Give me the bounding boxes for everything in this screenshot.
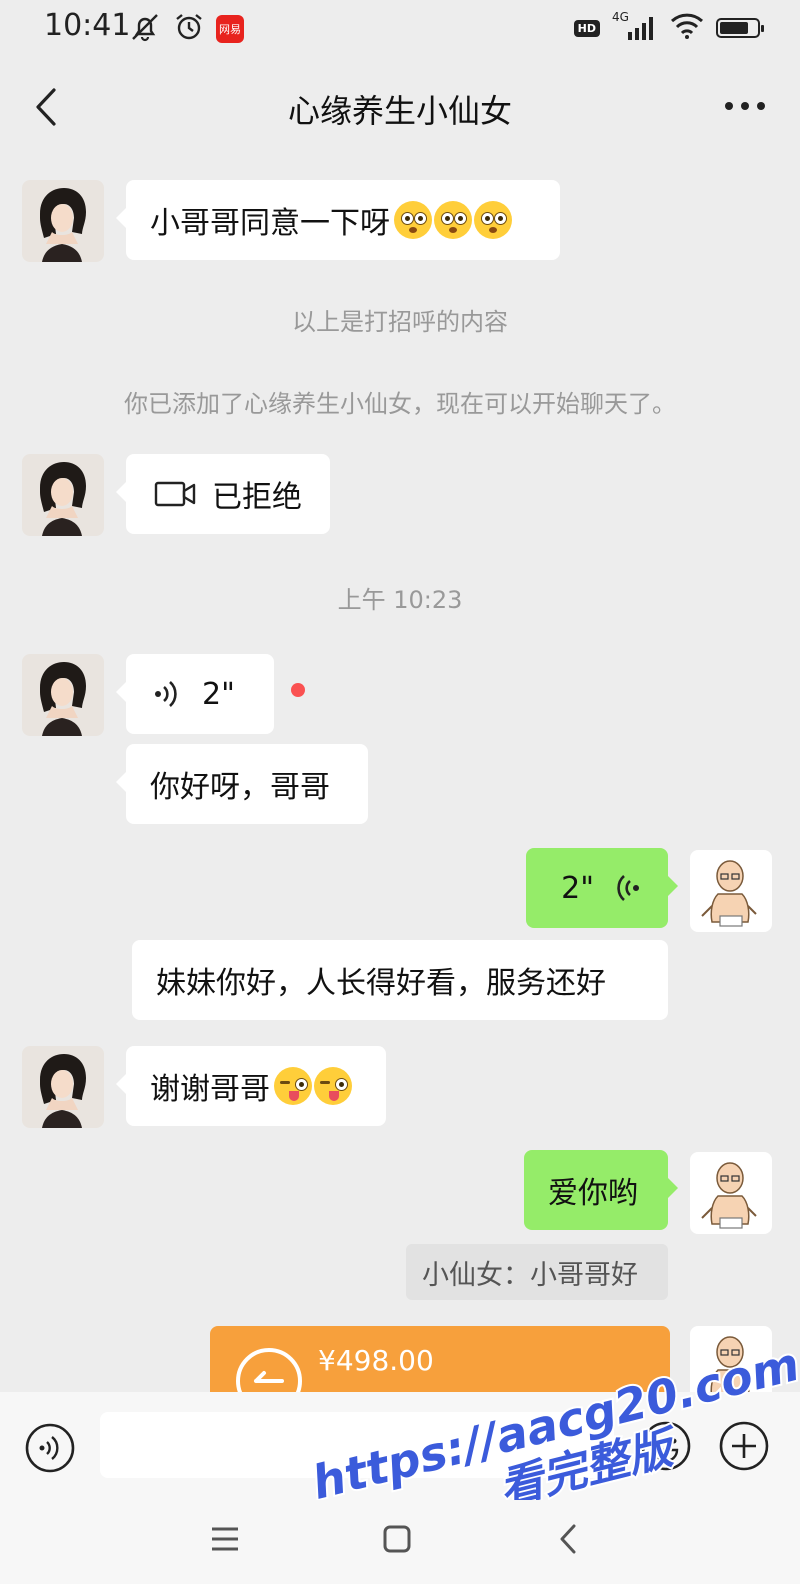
flushed-emoji-icon: [394, 201, 432, 239]
message-text: 小哥哥同意一下呀: [150, 206, 390, 241]
system-back-button[interactable]: [544, 1514, 594, 1564]
muted-bell-icon: [128, 10, 162, 48]
system-notice: 以上是打招呼的内容: [292, 308, 508, 336]
call-status-text: 已拒绝: [212, 480, 302, 515]
winking-tongue-emoji-icon: [314, 1067, 352, 1105]
transcript-text: 妹妹你好，人长得好看，服务还好: [156, 966, 606, 1001]
smiley-icon: [641, 1421, 691, 1471]
more-options-button[interactable]: [720, 86, 770, 126]
home-square-icon: [383, 1525, 411, 1553]
transfer-amount: ¥498.00: [318, 1344, 434, 1377]
menu-button[interactable]: [200, 1514, 250, 1564]
chevron-left-icon: [560, 1524, 576, 1554]
more-functions-button[interactable]: [718, 1420, 770, 1472]
video-call-record[interactable]: 已拒绝: [116, 454, 330, 534]
hd-badge: HD: [573, 19, 600, 37]
emoji-button[interactable]: [640, 1420, 692, 1472]
voice-message[interactable]: 2": [526, 848, 678, 928]
contact-avatar[interactable]: [22, 654, 104, 736]
message-bubble[interactable]: 爱你哟: [524, 1150, 678, 1230]
chat-header: 心缘养生小仙女: [0, 56, 800, 156]
voice-wave-icon: [155, 681, 177, 707]
alarm-icon: [172, 10, 206, 48]
my-avatar[interactable]: [690, 1326, 772, 1392]
message-text: 你好呀，哥哥: [150, 770, 330, 805]
voice-message[interactable]: 2": [116, 654, 274, 734]
input-bar: [0, 1392, 800, 1496]
status-right: HD 4G: [573, 10, 764, 44]
system-navigation-bar: [0, 1496, 800, 1584]
voice-input-button[interactable]: [24, 1422, 76, 1474]
my-avatar[interactable]: [690, 850, 772, 932]
contact-avatar[interactable]: [22, 1046, 104, 1128]
voice-wave-icon: [617, 875, 639, 901]
home-button[interactable]: [372, 1514, 422, 1564]
more-dots-icon: [725, 102, 765, 110]
message-text: 谢谢哥哥: [150, 1072, 270, 1107]
voice-transcript[interactable]: 妹妹你好，人长得好看，服务还好: [132, 940, 668, 1020]
flushed-emoji-icon: [434, 201, 472, 239]
app-notification-icon: 网易: [216, 15, 244, 43]
quote-text: 小仙女：小哥哥好: [422, 1259, 638, 1291]
voice-icon: [25, 1423, 75, 1473]
voice-duration: 2": [561, 870, 594, 906]
message-bubble[interactable]: 谢谢哥哥: [116, 1046, 386, 1126]
message-bubble[interactable]: 你好呀，哥哥: [116, 744, 368, 824]
message-timestamp: 上午 10:23: [337, 586, 463, 614]
status-time: 10:41: [44, 8, 131, 43]
plus-icon: [719, 1421, 769, 1471]
contact-avatar[interactable]: [22, 454, 104, 536]
page-title: 心缘养生小仙女: [287, 92, 512, 130]
message-text: 爱你哟: [548, 1176, 638, 1211]
message-list[interactable]: 小哥哥同意一下呀 以上是打招呼的内容 你已添加了心缘养生小仙女，现在可以开始聊天…: [0, 156, 800, 1392]
status-left-icons: 网易: [128, 10, 244, 48]
quoted-message[interactable]: 小仙女：小哥哥好: [406, 1244, 668, 1300]
transfer-card[interactable]: ¥498.00: [210, 1326, 670, 1392]
contact-avatar[interactable]: [22, 180, 104, 262]
winking-tongue-emoji-icon: [274, 1067, 312, 1105]
battery-icon: [716, 18, 764, 38]
my-avatar[interactable]: [690, 1152, 772, 1234]
hamburger-menu-icon: [212, 1527, 238, 1551]
transfer-arrow-icon: [236, 1348, 302, 1392]
voice-duration: 2": [202, 676, 235, 712]
cellular-signal-icon: 4G: [612, 10, 658, 42]
message-input[interactable]: [100, 1412, 614, 1478]
system-notice: 你已添加了心缘养生小仙女，现在可以开始聊天了。: [124, 390, 676, 418]
message-bubble[interactable]: 小哥哥同意一下呀: [116, 180, 560, 260]
video-camera-icon: [154, 481, 196, 507]
status-bar: 10:41 网易 HD 4G: [0, 0, 800, 56]
unread-dot: [291, 683, 305, 697]
flushed-emoji-icon: [474, 201, 512, 239]
wifi-icon: [670, 12, 704, 44]
